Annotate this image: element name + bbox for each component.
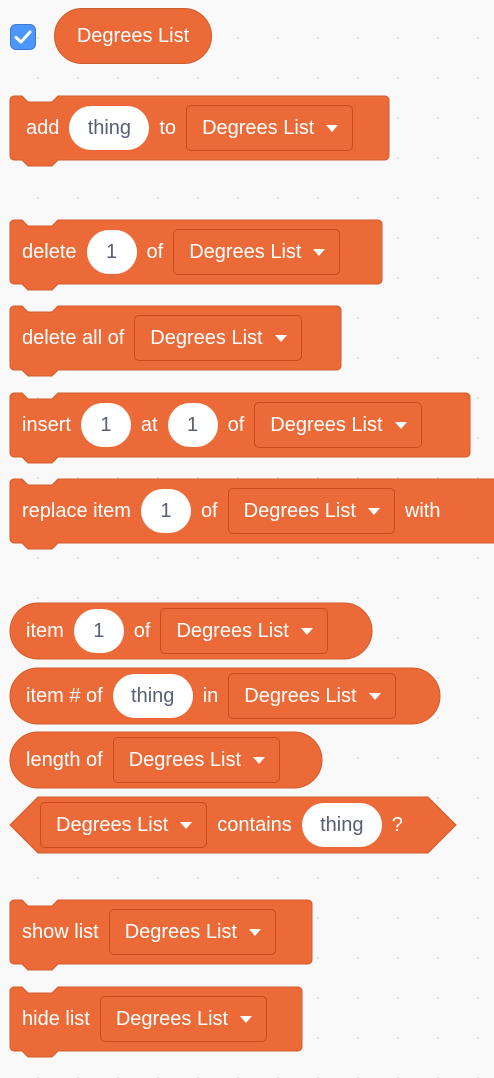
block-label-hide-list: hide list xyxy=(22,1008,90,1030)
index-input[interactable]: 1 xyxy=(86,230,137,274)
block-label-item-number: item # of xyxy=(26,685,103,707)
item-input[interactable]: thing xyxy=(112,674,193,718)
index-input[interactable]: 1 xyxy=(140,489,191,533)
block-label-of: of xyxy=(133,620,151,642)
index-input[interactable]: 1 xyxy=(167,403,218,447)
item-number-reporter[interactable]: item # of thing in Degrees List xyxy=(9,667,441,725)
list-dropdown[interactable]: Degrees List xyxy=(112,737,281,783)
list-dropdown[interactable]: Degrees List xyxy=(228,673,396,719)
dropdown-arrow-icon xyxy=(274,334,287,342)
list-dropdown-value: Degrees List xyxy=(124,920,237,943)
block-palette: Degrees List add thing to Degrees List d… xyxy=(0,0,494,1078)
block-label-of: of xyxy=(227,414,245,436)
list-dropdown[interactable]: Degrees List xyxy=(134,315,302,361)
checkmark-icon xyxy=(14,30,32,44)
list-dropdown[interactable]: Degrees List xyxy=(108,909,276,955)
item-input[interactable]: 1 xyxy=(80,403,131,447)
list-dropdown-value: Degrees List xyxy=(128,748,242,771)
list-dropdown[interactable]: Degrees List xyxy=(227,488,395,534)
replace-item-block[interactable]: replace item 1 of Degrees List with xyxy=(9,478,494,550)
list-dropdown-value: Degrees List xyxy=(176,619,289,642)
list-reporter-degrees-list[interactable]: Degrees List xyxy=(54,8,212,64)
block-label-in: in xyxy=(202,685,219,707)
block-label-delete: delete xyxy=(22,241,77,263)
list-reporter-label: Degrees List xyxy=(76,24,190,47)
list-dropdown-value: Degrees List xyxy=(56,813,169,836)
block-label-with: with xyxy=(404,500,441,522)
list-dropdown-value: Degrees List xyxy=(270,413,383,436)
block-label-item: item xyxy=(26,620,64,642)
dropdown-arrow-icon xyxy=(240,1015,253,1023)
list-dropdown-value: Degrees List xyxy=(244,684,357,707)
length-of-list-reporter[interactable]: length of Degrees List xyxy=(9,731,323,789)
list-dropdown[interactable]: Degrees List xyxy=(160,608,328,654)
block-label-at: at xyxy=(140,414,158,436)
insert-item-block[interactable]: insert 1 at 1 of Degrees List xyxy=(9,392,471,464)
list-dropdown[interactable]: Degrees List xyxy=(40,802,208,848)
show-list-checkbox[interactable] xyxy=(10,24,36,50)
dropdown-arrow-icon xyxy=(368,692,381,700)
list-dropdown-value: Degrees List xyxy=(243,499,356,522)
block-label-of: of xyxy=(146,241,164,263)
add-to-list-block[interactable]: add thing to Degrees List xyxy=(9,95,390,167)
block-label-to: to xyxy=(159,117,177,139)
list-dropdown[interactable]: Degrees List xyxy=(99,996,268,1042)
dropdown-arrow-icon xyxy=(248,928,261,936)
hide-list-block[interactable]: hide list Degrees List xyxy=(9,986,303,1058)
delete-all-block[interactable]: delete all of Degrees List xyxy=(9,305,342,377)
list-contains-boolean[interactable]: Degrees List contains thing ? xyxy=(9,796,457,854)
item-input[interactable]: thing xyxy=(301,803,382,847)
dropdown-arrow-icon xyxy=(313,248,326,256)
dropdown-arrow-icon xyxy=(326,124,339,132)
block-label-length-of: length of xyxy=(26,749,103,771)
dropdown-arrow-icon xyxy=(367,507,380,515)
block-label-add: add xyxy=(26,117,60,139)
list-dropdown-value: Degrees List xyxy=(150,326,263,349)
block-label-insert: insert xyxy=(22,414,71,436)
dropdown-arrow-icon xyxy=(253,756,266,764)
block-label-question: ? xyxy=(391,814,403,836)
dropdown-arrow-icon xyxy=(394,421,407,429)
block-label-contains: contains xyxy=(217,814,292,836)
list-dropdown-value: Degrees List xyxy=(202,116,315,139)
list-dropdown[interactable]: Degrees List xyxy=(254,402,422,448)
dropdown-arrow-icon xyxy=(300,627,313,635)
item-input[interactable]: thing xyxy=(69,106,150,150)
list-dropdown[interactable]: Degrees List xyxy=(186,105,354,151)
show-list-block[interactable]: show list Degrees List xyxy=(9,899,313,971)
list-dropdown-value: Degrees List xyxy=(115,1007,229,1030)
block-label-delete-all: delete all of xyxy=(22,327,125,349)
list-dropdown-value: Degrees List xyxy=(189,240,302,263)
block-label-of: of xyxy=(200,500,218,522)
block-label-replace-item: replace item xyxy=(22,500,131,522)
block-label-show-list: show list xyxy=(22,921,99,943)
list-dropdown[interactable]: Degrees List xyxy=(173,229,341,275)
item-of-list-reporter[interactable]: item 1 of Degrees List xyxy=(9,602,373,660)
dropdown-arrow-icon xyxy=(180,821,193,829)
index-input[interactable]: 1 xyxy=(73,609,124,653)
delete-item-block[interactable]: delete 1 of Degrees List xyxy=(9,219,383,291)
